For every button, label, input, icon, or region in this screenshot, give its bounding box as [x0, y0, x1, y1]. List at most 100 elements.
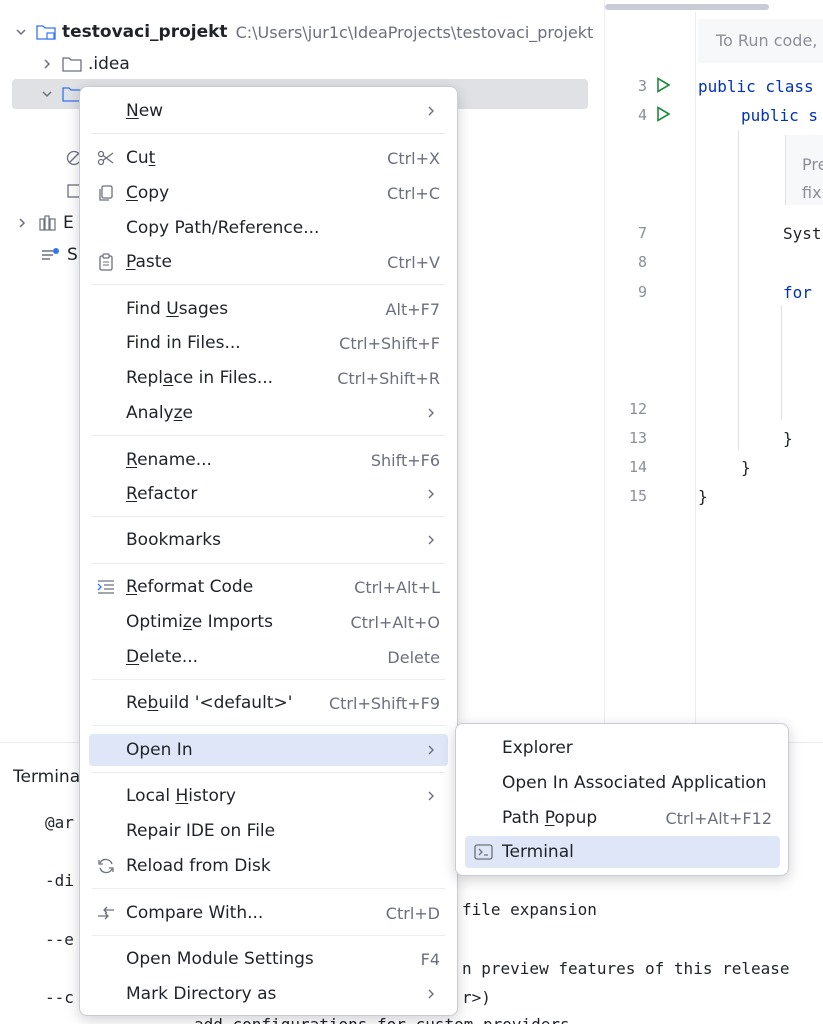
menu-separator — [92, 435, 445, 436]
terminal-line: --e — [45, 930, 74, 949]
indent-guide — [781, 305, 782, 420]
mnemonic: R — [126, 450, 138, 470]
menu-item-open-in[interactable]: Open In — [89, 734, 448, 766]
line-number: 14 — [628, 458, 647, 476]
gutter-divider — [695, 12, 696, 742]
shortcut: Ctrl+Alt+F12 — [665, 808, 772, 828]
tree-item-idea[interactable]: .idea — [40, 49, 130, 79]
terminal-line: --c — [45, 988, 74, 1007]
menu-item-rename[interactable]: Rename... Shift+F6 — [89, 444, 448, 476]
context-menu: New Cut Ctrl+X Copy Ctrl+C Copy Path/Ref… — [79, 86, 458, 1016]
line-number: 13 — [628, 429, 647, 447]
menu-separator — [92, 516, 445, 517]
chevron-down-icon[interactable] — [40, 87, 54, 101]
mnemonic: R — [126, 484, 138, 504]
horizontal-scrollbar[interactable] — [605, 4, 769, 10]
shortcut: Ctrl+V — [387, 252, 440, 272]
menu-item-local-history[interactable]: Local History — [89, 780, 448, 812]
module-folder-icon — [36, 25, 56, 40]
menu-item-replace-in-files[interactable]: Replace in Files... Ctrl+Shift+R — [89, 362, 448, 394]
mnemonic: C — [126, 183, 138, 203]
menu-label: Open In — [126, 740, 193, 760]
menu-item-cut[interactable]: Cut Ctrl+X — [89, 142, 448, 174]
shortcut: Ctrl+C — [386, 183, 440, 203]
menu-label: Explorer — [502, 738, 573, 758]
shortcut: Ctrl+Shift+R — [337, 368, 440, 388]
compare-icon — [98, 906, 114, 920]
menu-item-find-usages[interactable]: Find Usages Alt+F7 — [89, 293, 448, 325]
menu-item-refactor[interactable]: Refactor — [89, 478, 448, 510]
mnemonic: t — [148, 148, 156, 168]
code-line: public class — [698, 77, 814, 96]
chevron-right-icon — [428, 745, 434, 755]
chevron-right-icon — [428, 408, 434, 418]
mnemonic: P — [126, 252, 136, 272]
menu-item-compare-with[interactable]: Compare With... Ctrl+D — [89, 897, 448, 929]
menu-item-repair-ide[interactable]: Repair IDE on File — [89, 815, 448, 847]
shortcut: Shift+F6 — [370, 450, 440, 470]
hint-text: fixi — [802, 183, 823, 202]
menu-item-optimize-imports[interactable]: Optimize Imports Ctrl+Alt+O — [89, 606, 448, 638]
terminal-icon — [474, 844, 493, 860]
menu-item-rebuild[interactable]: Rebuild '<default>' Ctrl+Shift+F9 — [89, 687, 448, 719]
menu-item-copy-path[interactable]: Copy Path/Reference... — [89, 212, 448, 244]
code-brace: } — [783, 429, 793, 448]
mnemonic: P — [544, 808, 555, 828]
menu-item-analyze[interactable]: Analyze — [89, 397, 448, 429]
submenu-item-terminal[interactable]: Terminal — [465, 836, 780, 868]
terminal-line: n preview features of this release — [462, 959, 790, 978]
mnemonic: N — [126, 101, 139, 121]
menu-label: Paste — [126, 252, 172, 272]
menu-label: Reload from Disk — [126, 856, 271, 876]
tree-item-scratches[interactable]: S — [41, 240, 78, 270]
submenu-item-associated-application[interactable]: Open In Associated Application — [465, 767, 780, 799]
menu-item-delete[interactable]: Delete... Delete — [89, 641, 448, 673]
menu-item-copy[interactable]: Copy Ctrl+C — [89, 177, 448, 209]
menu-item-new[interactable]: New — [89, 95, 448, 127]
menu-item-paste[interactable]: Paste Ctrl+V — [89, 246, 448, 278]
javadoc-hint: Pre fixi — [785, 135, 823, 205]
menu-label: Find Usages — [126, 299, 229, 319]
menu-separator — [92, 679, 445, 680]
chevron-right-icon[interactable] — [40, 57, 54, 71]
shortcut: Ctrl+Shift+F9 — [328, 693, 440, 713]
menu-label: New — [126, 101, 164, 121]
menu-label: Path Popup — [502, 808, 598, 828]
submenu-item-explorer[interactable]: Explorer — [465, 732, 780, 764]
shortcut: Ctrl+Alt+L — [354, 577, 440, 597]
menu-item-open-module-settings[interactable]: Open Module Settings F4 — [89, 943, 448, 975]
run-icon[interactable] — [655, 106, 671, 122]
scratches-icon — [42, 248, 59, 260]
menu-item-find-in-files[interactable]: Find in Files... Ctrl+Shift+F — [89, 327, 448, 359]
menu-separator — [92, 772, 445, 773]
menu-item-bookmarks[interactable]: Bookmarks — [89, 524, 448, 556]
submenu-item-path-popup[interactable]: Path Popup Ctrl+Alt+F12 — [465, 802, 780, 834]
code-editor[interactable]: To Run code, 3 public class 4 public s P… — [604, 0, 823, 742]
menu-item-reformat-code[interactable]: Reformat Code Ctrl+Alt+L — [89, 571, 448, 603]
chevron-down-icon[interactable] — [14, 25, 28, 39]
tree-item-external-libraries[interactable]: E — [15, 208, 74, 238]
menu-label: Refactor — [126, 484, 198, 504]
line-number: 3 — [637, 77, 647, 95]
run-icon[interactable] — [655, 77, 671, 93]
mnemonic: b — [147, 693, 159, 713]
open-in-submenu: Explorer Open In Associated Application … — [455, 723, 789, 876]
paste-icon — [99, 253, 113, 271]
line-number: 9 — [637, 283, 647, 301]
menu-separator — [92, 888, 445, 889]
hint-text: Pre — [802, 155, 823, 174]
menu-label: Optimize Imports — [126, 612, 273, 632]
menu-label: Copy — [126, 183, 170, 203]
mnemonic: z — [173, 403, 183, 423]
menu-label: Local History — [126, 786, 236, 806]
menu-item-reload-from-disk[interactable]: Reload from Disk — [89, 850, 448, 882]
chevron-right-icon — [428, 535, 434, 545]
chevron-right-icon[interactable] — [15, 216, 29, 230]
menu-label: Terminal — [502, 842, 574, 862]
tree-item-project-root[interactable]: testovaci_projekt C:\Users\jur1c\IdeaPro… — [14, 17, 593, 47]
code-brace: } — [698, 487, 708, 506]
menu-label: Compare With... — [126, 903, 264, 923]
copy-icon — [99, 185, 113, 201]
tree-label-partial: E — [63, 213, 74, 233]
menu-item-mark-directory-as[interactable]: Mark Directory as — [89, 978, 448, 1010]
